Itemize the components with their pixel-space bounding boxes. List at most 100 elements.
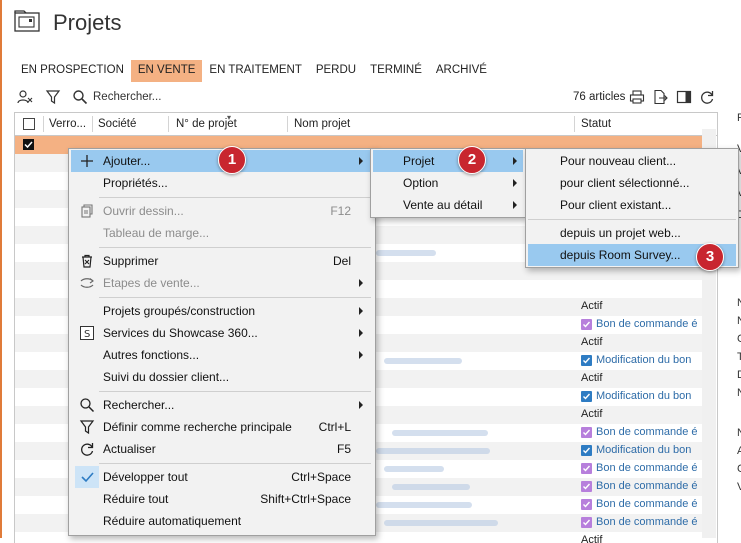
menu-item-services-showcase[interactable]: S Services du Showcase 360... [71, 322, 373, 344]
menu-item-projet-web[interactable]: depuis un projet web... [528, 222, 736, 244]
status-cell: Bon de commande é [581, 516, 698, 528]
status-text: Bon de commande é [596, 462, 698, 474]
menu-item-tableau-marge[interactable]: Tableau de marge... [71, 222, 373, 244]
tab-en-prospection[interactable]: EN PROSPECTION [14, 60, 131, 82]
status-cell: Bon de commande é [581, 426, 698, 438]
status-check-purple-icon [581, 498, 592, 510]
status-cell: Modification du bon [581, 444, 691, 456]
sort-indicator-icon: ▾ [227, 113, 232, 122]
detail-panel-label: N [737, 387, 741, 399]
detail-panel-label: C [737, 463, 741, 475]
search-icon [72, 89, 88, 105]
detail-panel-label: V [737, 481, 741, 493]
status-cell: Actif [581, 372, 602, 384]
status-cell: Bon de commande é [581, 462, 698, 474]
row-checked-checkbox[interactable] [23, 139, 34, 150]
submenu-arrow-icon [359, 329, 363, 337]
menu-item-suivi-dossier[interactable]: Suivi du dossier client... [71, 366, 373, 388]
menu-item-projet[interactable]: Projet [373, 150, 523, 172]
status-tabs: EN PROSPECTION EN VENTE EN TRAITEMENT PE… [14, 60, 494, 82]
col-header-verrou[interactable]: Verro... [49, 118, 86, 130]
redacted-project-name [384, 358, 462, 364]
context-menu: Ajouter... Propriétés... Ouvrir dessin..… [68, 148, 376, 536]
menu-item-rechercher[interactable]: Rechercher... [71, 394, 373, 416]
tab-perdu[interactable]: PERDU [309, 60, 363, 82]
menu-item-etapes-vente[interactable]: Etapes de vente... [71, 272, 373, 294]
status-check-purple-icon [581, 516, 592, 528]
document-icon [79, 203, 95, 219]
status-text: Actif [581, 336, 603, 348]
tab-en-vente[interactable]: EN VENTE [130, 60, 203, 82]
svg-text:S: S [84, 329, 90, 340]
menu-item-definir-recherche[interactable]: Définir comme recherche principale Ctrl+… [71, 416, 373, 438]
panel-toggle-icon[interactable] [676, 89, 692, 105]
step-badge-2: 2 [458, 146, 486, 174]
steps-icon [79, 275, 95, 291]
search-input[interactable]: Rechercher... [93, 91, 161, 103]
tab-archive[interactable]: ARCHIVÉ [429, 60, 494, 82]
trash-icon [79, 253, 95, 269]
detail-panel-label: N [737, 427, 741, 439]
status-cell: Actif [581, 300, 602, 312]
submenu-arrow-icon [359, 401, 363, 409]
menu-item-vente-detail[interactable]: Vente au détail [373, 194, 523, 216]
page-title: Projets [53, 10, 122, 35]
status-cell: Bon de commande é [581, 498, 698, 510]
filter-icon[interactable] [45, 89, 61, 105]
menu-item-proprietes[interactable]: Propriétés... [71, 172, 373, 194]
redacted-project-name [384, 466, 444, 472]
redacted-project-name [392, 484, 470, 490]
detail-panel-label: A [737, 445, 741, 457]
status-check-blue-icon [581, 390, 592, 402]
redacted-project-name [376, 502, 472, 508]
detail-panel-label: D [737, 369, 741, 381]
menu-item-autres-fonctions[interactable]: Autres fonctions... [71, 344, 373, 366]
detail-panel-label: T [737, 351, 741, 363]
menu-item-actualiser[interactable]: Actualiser F5 [71, 438, 373, 460]
plus-icon [79, 153, 95, 169]
projects-folder-icon [14, 10, 40, 32]
article-count: 76 articles [573, 91, 626, 103]
tab-en-traitement[interactable]: EN TRAITEMENT [202, 60, 308, 82]
status-check-purple-icon [581, 480, 592, 492]
search-icon [79, 397, 95, 413]
menu-item-reduire-tout[interactable]: Réduire tout Shift+Ctrl+Space [71, 488, 373, 510]
step-badge-1: 1 [218, 146, 246, 174]
refresh-icon[interactable] [699, 89, 715, 105]
menu-item-option[interactable]: Option [373, 172, 523, 194]
menu-item-projets-groupes[interactable]: Projets groupés/construction [71, 300, 373, 322]
menu-item-supprimer[interactable]: Supprimer Del [71, 250, 373, 272]
col-header-nom[interactable]: Nom projet [294, 118, 350, 130]
menu-item-developper-tout[interactable]: Développer tout Ctrl+Space [71, 466, 373, 488]
status-text: Actif [581, 372, 603, 384]
menu-item-reduire-auto[interactable]: Réduire automatiquement [71, 510, 373, 532]
status-cell: Modification du bon [581, 390, 691, 402]
print-icon[interactable] [629, 89, 645, 105]
checkmark-icon [75, 466, 99, 488]
user-filter-icon[interactable] [17, 89, 33, 105]
redacted-project-name [376, 448, 490, 454]
export-icon[interactable] [652, 89, 668, 105]
status-text: Modification du bon [596, 354, 692, 366]
status-check-purple-icon [581, 462, 592, 474]
select-all-checkbox[interactable] [23, 118, 35, 130]
status-text: Bon de commande é [596, 318, 698, 330]
menu-item-nouveau-client[interactable]: Pour nouveau client... [528, 150, 736, 172]
status-text: Actif [581, 300, 603, 312]
status-text: Modification du bon [596, 390, 692, 402]
detail-panel-label: C [737, 333, 741, 345]
status-cell: Actif [581, 408, 602, 420]
tab-termine[interactable]: TERMINÉ [363, 60, 429, 82]
submenu-arrow-icon [513, 179, 517, 187]
col-header-statut[interactable]: Statut [581, 118, 611, 130]
step-badge-3: 3 [696, 243, 724, 271]
status-cell: Bon de commande é [581, 480, 698, 492]
menu-item-client-selectionne[interactable]: pour client sélectionné... [528, 172, 736, 194]
filter-icon [79, 419, 95, 435]
status-text: Bon de commande é [596, 516, 698, 528]
window-accent-border [0, 0, 2, 538]
col-header-societe[interactable]: Société [98, 118, 136, 130]
detail-panel-label: N [737, 297, 741, 309]
menu-item-ouvrir-dessin[interactable]: Ouvrir dessin... F12 [71, 200, 373, 222]
menu-item-client-existant[interactable]: Pour client existant... [528, 194, 736, 216]
